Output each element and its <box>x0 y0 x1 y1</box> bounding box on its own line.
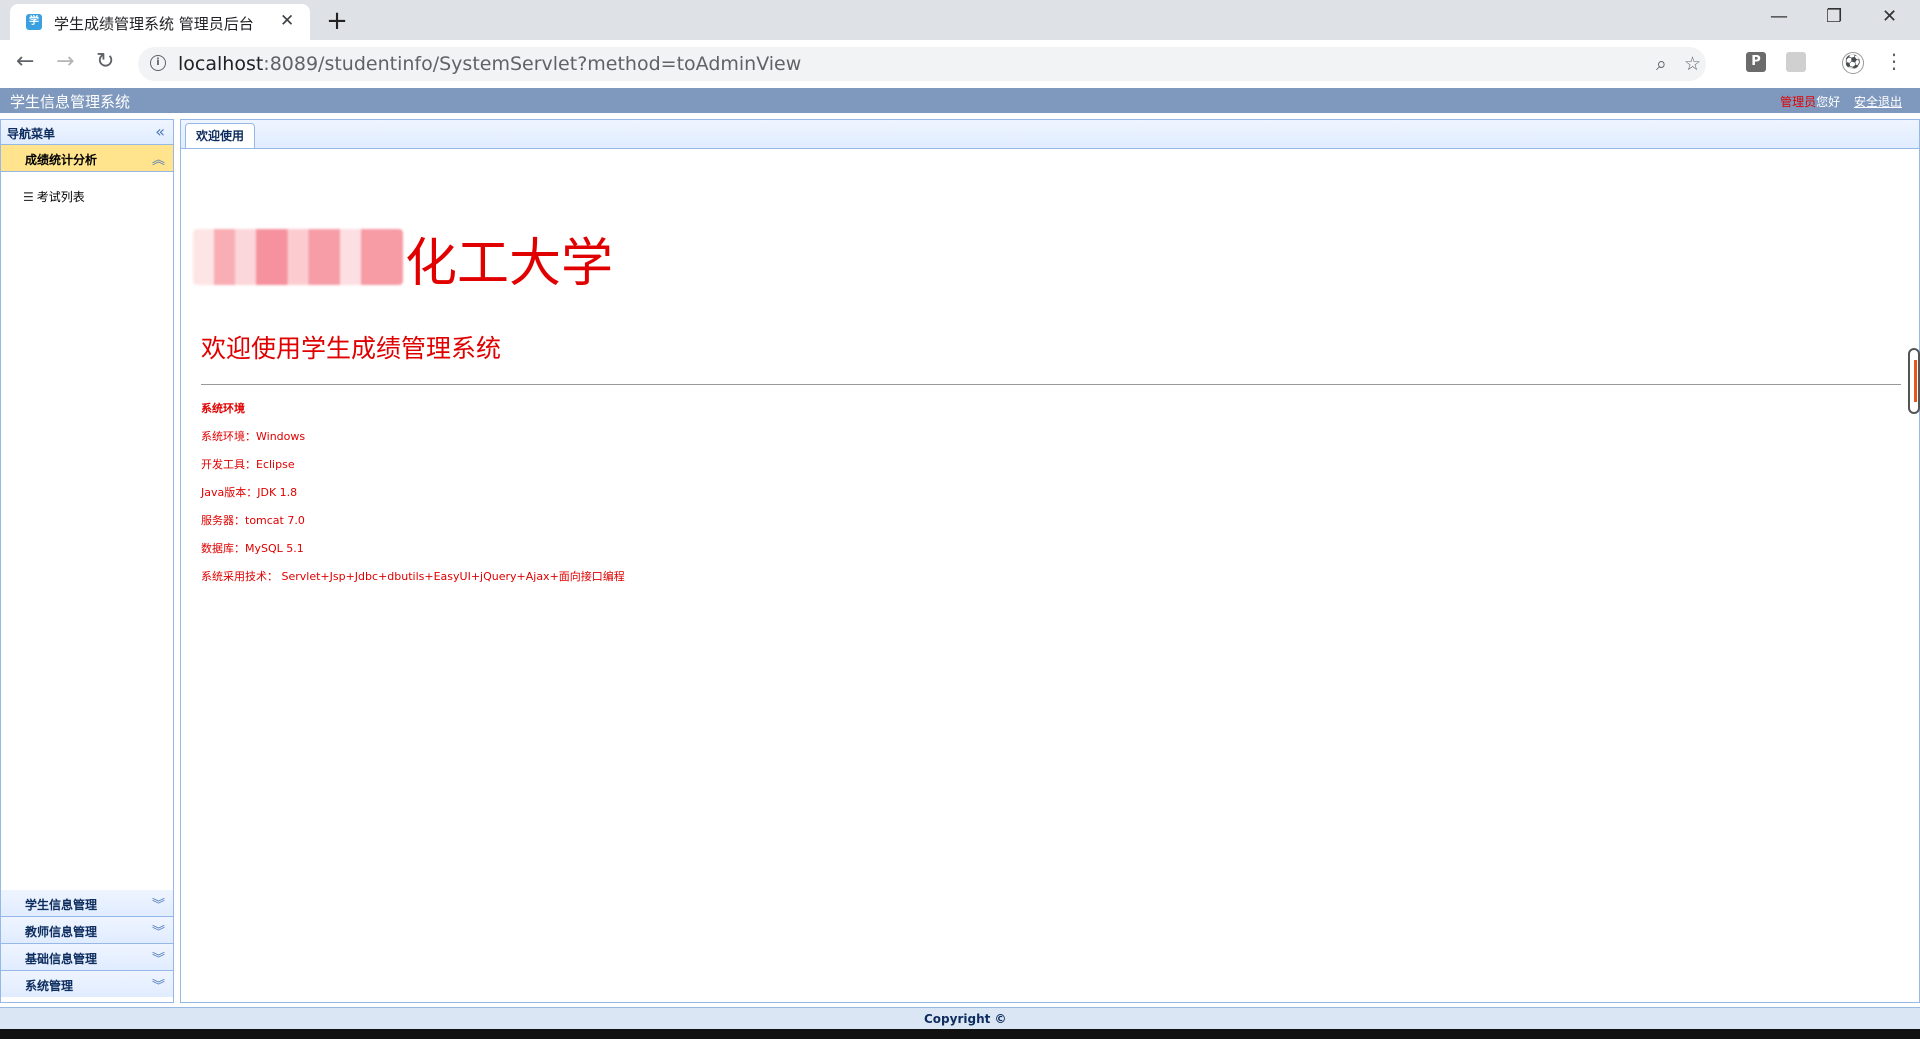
extension-p-icon[interactable]: P <box>1746 52 1766 72</box>
info-icon[interactable]: i <box>150 55 166 71</box>
scrollbar-handle[interactable] <box>1908 348 1920 414</box>
browser-tabstrip: 学 学生成绩管理系统 管理员后台 ✕ + — ❐ ✕ <box>0 0 1920 40</box>
nav-panel-header: 导航菜单 « <box>1 120 173 145</box>
accordion-header-basic-info[interactable]: 基础信息管理 ︾ <box>1 944 173 971</box>
accordion-header-student-info[interactable]: 学生信息管理 ︾ <box>1 890 173 917</box>
zoom-search-icon[interactable]: ⌕ <box>1656 53 1667 75</box>
forward-button[interactable]: → <box>56 49 74 74</box>
list-icon: ☰ <box>23 190 34 204</box>
accordion-label: 学生信息管理 <box>25 898 98 912</box>
env-line: Java版本：JDK 1.8 <box>201 486 298 499</box>
accordion-body: ☰ 考试列表 <box>1 172 173 890</box>
extension-grey-icon[interactable] <box>1786 52 1806 72</box>
accordion-header-teacher-info[interactable]: 教师信息管理 ︾ <box>1 917 173 944</box>
accordion-label: 成绩统计分析 <box>25 153 98 167</box>
logout-link[interactable]: 安全退出 <box>1854 95 1902 109</box>
double-chevron-down-icon[interactable]: ︾ <box>152 921 165 940</box>
env-line: 数据库：MySQL 5.1 <box>201 542 304 555</box>
url-text[interactable]: localhost:8089/studentinfo/SystemServlet… <box>178 53 801 75</box>
env-line: 系统采用技术： Servlet+Jsp+Jdbc+dbutils+EasyUI+… <box>201 570 625 583</box>
accordion-header-score-analysis[interactable]: 成绩统计分析 ︽ <box>1 145 173 172</box>
double-chevron-left-icon[interactable]: « <box>155 122 165 141</box>
menu-item-label: 考试列表 <box>36 190 85 204</box>
minimize-icon[interactable]: — <box>1770 6 1788 27</box>
accordion-label: 基础信息管理 <box>25 952 98 966</box>
close-window-icon[interactable]: ✕ <box>1882 6 1897 27</box>
footer: Copyright © <box>0 1007 1920 1030</box>
double-chevron-down-icon[interactable]: ︾ <box>152 894 165 913</box>
env-line: 服务器：tomcat 7.0 <box>201 514 305 527</box>
new-tab-button[interactable]: + <box>320 5 354 39</box>
os-taskbar <box>0 1029 1920 1039</box>
app-title: 学生信息管理系统 <box>10 93 131 111</box>
university-name-suffix: 化工大学 <box>405 234 614 294</box>
nav-panel-title: 导航菜单 <box>7 127 56 141</box>
navigation-panel: 导航菜单 « 成绩统计分析 ︽ ☰ 考试列表 学生信息管理 ︾ 教师信息管理 ︾ … <box>0 119 174 1003</box>
restore-icon[interactable]: ❐ <box>1826 6 1842 27</box>
double-chevron-down-icon[interactable]: ︾ <box>152 948 165 967</box>
extension-ball-icon[interactable]: ⚽ <box>1842 52 1864 74</box>
browser-toolbar: ← → ↻ i localhost:8089/studentinfo/Syste… <box>0 40 1920 89</box>
content-tabs-bar: 欢迎使用 <box>181 120 1919 149</box>
user-area: 管理员您好 安全退出 <box>1780 93 1902 110</box>
bookmark-star-icon[interactable]: ☆ <box>1684 53 1701 75</box>
welcome-content: 化工大学 欢迎使用学生成绩管理系统 系统环境 系统环境：Windows 开发工具… <box>181 149 1919 1002</box>
close-tab-icon[interactable]: ✕ <box>280 11 294 31</box>
divider <box>201 384 1901 385</box>
center-panel: 欢迎使用 化工大学 欢迎使用学生成绩管理系统 系统环境 系统环境：Windows… <box>180 119 1920 1003</box>
copyright-text: Copyright © <box>924 1012 1007 1026</box>
double-chevron-down-icon[interactable]: ︾ <box>152 975 165 994</box>
accordion-label: 系统管理 <box>25 979 74 993</box>
accordion-header-system[interactable]: 系统管理 ︾ <box>1 971 173 997</box>
tab-title: 学生成绩管理系统 管理员后台 <box>54 15 254 33</box>
back-button[interactable]: ← <box>16 49 34 74</box>
kebab-menu-icon[interactable]: ⋮ <box>1884 49 1904 73</box>
reload-button[interactable]: ↻ <box>96 49 114 74</box>
user-role: 管理员 <box>1780 95 1817 109</box>
env-line: 系统环境：Windows <box>201 430 306 443</box>
pixelated-logo-area <box>193 229 403 285</box>
menu-item-exam-list[interactable]: ☰ 考试列表 <box>23 188 85 205</box>
favicon-icon: 学 <box>26 14 42 30</box>
env-line: 开发工具：Eclipse <box>201 458 295 471</box>
greeting: 您好 <box>1816 95 1841 109</box>
double-chevron-up-icon[interactable]: ︽ <box>152 149 165 168</box>
app-header: 学生信息管理系统 管理员您好 安全退出 <box>0 88 1920 113</box>
accordion-label: 教师信息管理 <box>25 925 98 939</box>
address-bar[interactable]: i localhost:8089/studentinfo/SystemServl… <box>138 47 1706 81</box>
browser-tab[interactable]: 学 学生成绩管理系统 管理员后台 ✕ <box>10 4 310 40</box>
env-section-title: 系统环境 <box>201 402 245 415</box>
welcome-heading: 欢迎使用学生成绩管理系统 <box>201 334 502 363</box>
tab-welcome[interactable]: 欢迎使用 <box>185 123 256 148</box>
